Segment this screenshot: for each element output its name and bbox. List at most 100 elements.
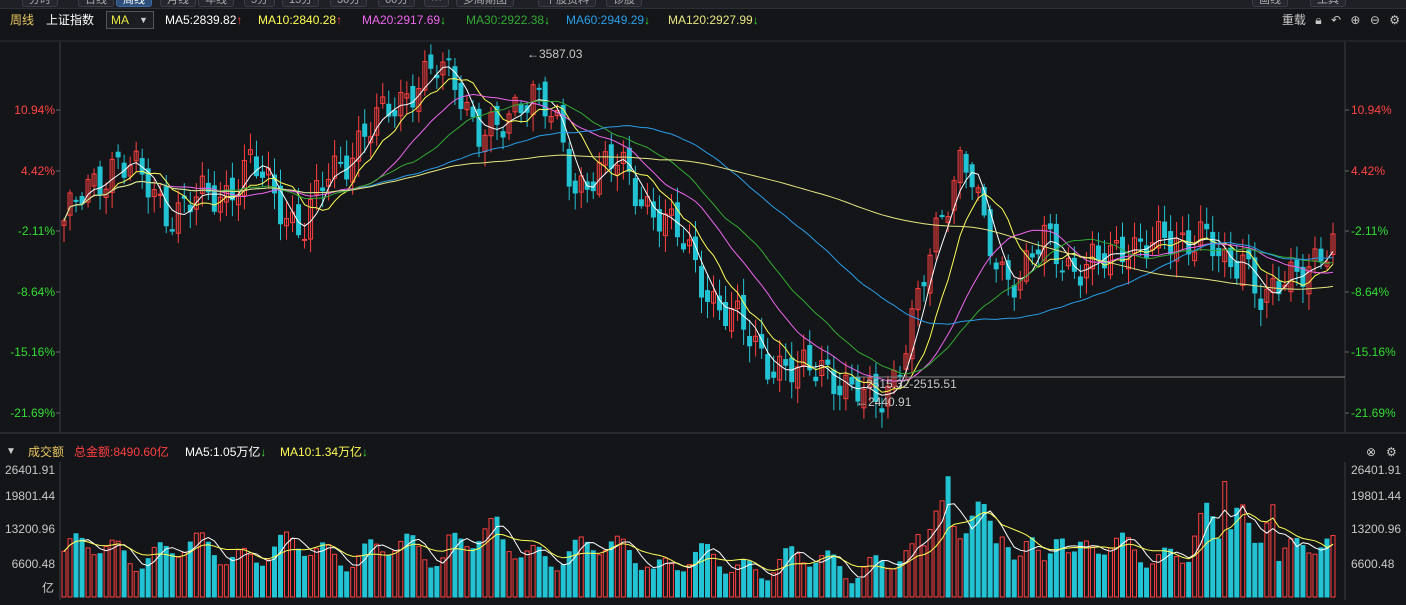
volume-bar bbox=[536, 546, 542, 598]
volume-bar bbox=[741, 558, 747, 598]
volume-bar bbox=[368, 539, 374, 598]
price-axis-label-left: 4.42% bbox=[21, 164, 55, 178]
volume-bar bbox=[61, 550, 67, 598]
volume-bar bbox=[518, 557, 524, 598]
volume-bar bbox=[602, 550, 608, 598]
candle-body bbox=[1138, 238, 1144, 242]
candle-body bbox=[963, 153, 969, 173]
volume-bar bbox=[350, 566, 356, 598]
volume-bar bbox=[1095, 553, 1101, 598]
volume-bar bbox=[692, 551, 698, 598]
candle-body bbox=[542, 81, 548, 117]
volume-bar bbox=[157, 542, 163, 598]
ma10-line bbox=[63, 78, 1334, 393]
volume-bar bbox=[981, 504, 987, 598]
volume-bar bbox=[783, 548, 789, 598]
volume-bar bbox=[205, 541, 211, 598]
volume-bar bbox=[1041, 560, 1047, 598]
volume-bar bbox=[1282, 547, 1288, 598]
volume-bar bbox=[765, 580, 771, 598]
volume-bar bbox=[771, 572, 777, 598]
price-axis-label-left: -8.64% bbox=[17, 285, 55, 299]
volume-bar bbox=[1210, 516, 1216, 598]
price-axis-label-right: 4.42% bbox=[1351, 164, 1385, 178]
volume-unit: 亿 bbox=[42, 580, 54, 595]
volume-bar bbox=[1011, 559, 1017, 598]
volume-bar bbox=[590, 550, 596, 598]
volume-bar bbox=[789, 546, 795, 598]
volume-bar bbox=[807, 566, 813, 598]
volume-bar bbox=[1198, 512, 1204, 598]
candle-body bbox=[699, 266, 705, 298]
volume-bar bbox=[1144, 567, 1150, 598]
volume-bar bbox=[1029, 537, 1035, 598]
volume-bar bbox=[596, 554, 602, 598]
volume-bar bbox=[915, 534, 921, 598]
volume-bar bbox=[434, 566, 440, 598]
volume-bar bbox=[717, 566, 723, 598]
volume-bar bbox=[374, 543, 380, 598]
volume-bar bbox=[73, 533, 79, 598]
volume-bar bbox=[1192, 535, 1198, 598]
candle-body bbox=[590, 181, 596, 192]
volume-bar bbox=[1228, 529, 1234, 598]
volume-bar bbox=[404, 533, 410, 598]
volume-bar bbox=[1312, 553, 1318, 598]
candle-body bbox=[392, 110, 398, 117]
volume-bar bbox=[1318, 547, 1324, 598]
volume-bar bbox=[356, 555, 362, 598]
candle-body bbox=[1252, 257, 1258, 294]
price-axis-label-left: -15.16% bbox=[10, 345, 55, 359]
volume-bar bbox=[290, 537, 296, 598]
volume-bar bbox=[873, 555, 879, 598]
candle-body bbox=[163, 186, 169, 227]
volume-bar bbox=[253, 562, 259, 598]
volume-bar bbox=[271, 546, 277, 598]
volume-bar bbox=[1065, 552, 1071, 598]
volume-bar bbox=[79, 537, 85, 598]
kline-chart[interactable]: 10.94% 10.94% 4.42% 4.42% -2.11% -2.11% -8.64%… bbox=[0, 0, 1406, 605]
volume-bar bbox=[211, 555, 217, 598]
volume-bar bbox=[199, 532, 205, 598]
volume-bar bbox=[729, 571, 735, 598]
volume-bar bbox=[121, 550, 127, 598]
volume-bar bbox=[1126, 537, 1132, 598]
volume-bar bbox=[1077, 541, 1083, 598]
volume-bar bbox=[855, 577, 861, 598]
volume-bar bbox=[1276, 560, 1282, 598]
volume-bar bbox=[1047, 553, 1053, 598]
volume-bar bbox=[67, 538, 73, 598]
volume-bar bbox=[825, 550, 831, 598]
candle-body bbox=[1011, 285, 1017, 298]
volume-axis-label-left: 26401.91 bbox=[5, 463, 55, 477]
volume-bar bbox=[867, 557, 873, 598]
volume-bar bbox=[1101, 554, 1107, 598]
volume-bar bbox=[464, 546, 470, 598]
volume-bar bbox=[644, 566, 650, 598]
volume-bar bbox=[1138, 562, 1144, 598]
volume-bar bbox=[951, 526, 957, 598]
volume-bar bbox=[957, 538, 963, 598]
candle-body bbox=[747, 336, 753, 347]
candle-body bbox=[1258, 298, 1264, 310]
volume-bar bbox=[795, 553, 801, 598]
volume-bar bbox=[650, 568, 656, 598]
volume-bar bbox=[103, 546, 109, 598]
candle-body bbox=[879, 408, 885, 413]
candle-body bbox=[765, 354, 771, 380]
volume-bar bbox=[416, 545, 422, 598]
volume-bar bbox=[638, 569, 644, 598]
volume-bar bbox=[386, 554, 392, 598]
volume-bar bbox=[999, 536, 1005, 598]
volume-bar bbox=[85, 547, 91, 598]
volume-bar bbox=[344, 571, 350, 598]
candle-body bbox=[849, 376, 855, 385]
candle-body bbox=[632, 178, 638, 207]
volume-bar bbox=[458, 538, 464, 598]
candle-body bbox=[428, 54, 434, 69]
high-annotation: ←3587.03 bbox=[527, 47, 583, 61]
candle-body bbox=[169, 229, 175, 232]
volume-bar bbox=[1005, 547, 1011, 598]
volume-bar bbox=[1258, 542, 1264, 598]
volume-bar bbox=[939, 500, 945, 598]
